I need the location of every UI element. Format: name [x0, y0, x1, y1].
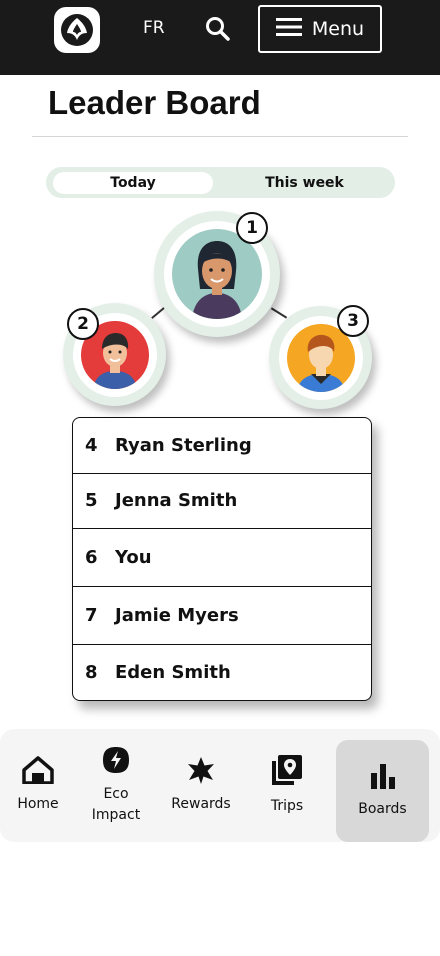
nav-trips-label: Trips	[270, 798, 304, 814]
leaderboard-row[interactable]: 4 Ryan Sterling	[73, 418, 371, 474]
nav-eco-label-line2: Impact	[91, 806, 141, 823]
rank-badge-third: 3	[337, 305, 369, 337]
rank-badge-first: 1	[236, 212, 268, 244]
nav-boards-label: Boards	[358, 800, 407, 817]
trips-map-icon	[271, 754, 303, 790]
hamburger-icon	[275, 17, 302, 42]
menu-label: Menu	[311, 18, 365, 40]
language-toggle[interactable]: FR	[143, 18, 165, 38]
home-icon	[22, 756, 54, 788]
row-rank: 6	[85, 546, 98, 568]
podium-connector-left	[151, 307, 165, 319]
leaderboard-row[interactable]: 8 Eden Smith	[73, 644, 371, 700]
nav-trips[interactable]: Trips	[246, 729, 328, 842]
nav-rewards-label: Rewards	[171, 796, 231, 812]
tab-today[interactable]: Today	[53, 172, 213, 194]
row-rank: 5	[85, 490, 98, 511]
leaderboard-row[interactable]: 7 Jamie Myers	[73, 586, 371, 645]
menu-button[interactable]: Menu	[258, 5, 382, 53]
nav-eco-impact[interactable]: Eco Impact	[78, 729, 154, 842]
leaderboard-list: 4 Ryan Sterling 5 Jenna Smith 6 You 7 Ja…	[72, 417, 372, 701]
row-name: Jenna Smith	[115, 490, 238, 511]
tab-this-week[interactable]: This week	[222, 172, 387, 194]
search-icon[interactable]	[203, 14, 233, 44]
trillium-logo-icon[interactable]	[54, 7, 100, 53]
nav-eco-label: Eco Impact	[92, 784, 140, 826]
row-rank: 7	[85, 604, 98, 626]
top-bar: FR Menu	[0, 0, 440, 75]
row-name: Eden Smith	[115, 661, 231, 683]
leaderboard-row[interactable]: 6 You	[73, 528, 371, 587]
podium-connector-right	[270, 307, 288, 319]
bottom-nav: Home Eco Impact Rewards Trips Boards	[0, 729, 440, 842]
rewards-star-icon	[186, 756, 216, 788]
row-rank: 8	[85, 661, 98, 683]
leaderboard-row[interactable]: 5 Jenna Smith	[73, 473, 371, 529]
row-name: You	[115, 546, 152, 568]
nav-home[interactable]: Home	[0, 729, 76, 842]
nav-home-label: Home	[17, 796, 59, 812]
page-title: Leader Board	[48, 84, 261, 121]
nav-eco-label-line1: Eco	[103, 785, 129, 802]
period-tabs: Today This week	[46, 167, 395, 198]
title-divider	[32, 136, 408, 137]
eco-bolt-icon	[102, 746, 130, 778]
row-name: Jamie Myers	[115, 604, 239, 626]
nav-boards[interactable]: Boards	[336, 740, 429, 842]
nav-rewards[interactable]: Rewards	[158, 729, 244, 842]
rank-badge-second: 2	[67, 308, 99, 340]
row-name: Ryan Sterling	[115, 435, 252, 456]
boards-bar-chart-icon	[369, 763, 397, 793]
row-rank: 4	[85, 435, 98, 456]
